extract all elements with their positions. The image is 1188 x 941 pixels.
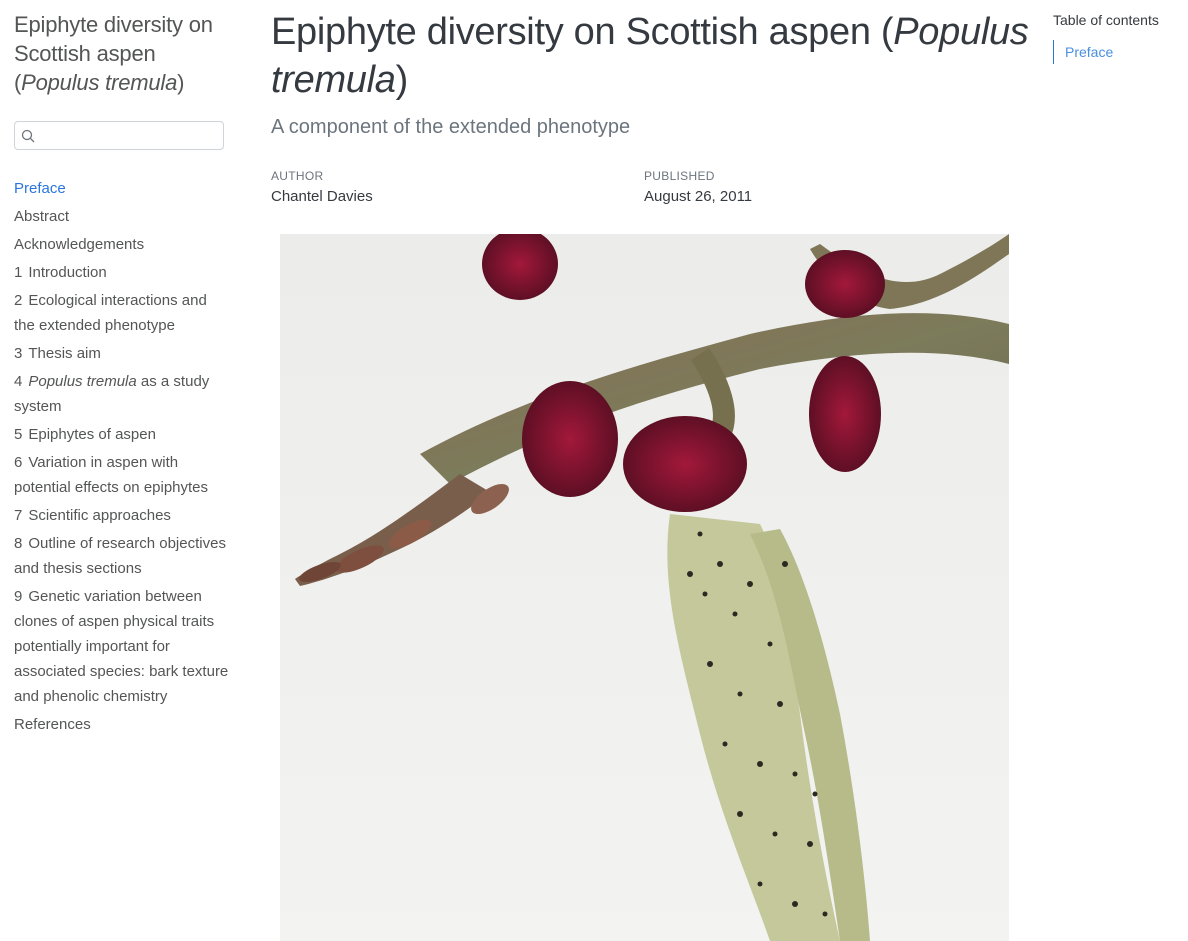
search-box[interactable] (14, 121, 224, 150)
sidebar-item-label: Ecological interactions and the extended… (14, 292, 207, 334)
page-subtitle: A component of the extended phenotype (271, 116, 631, 138)
sidebar-item-thesis-aim[interactable]: 3 Thesis aim (14, 341, 229, 366)
sidebar-item-number: 3 (14, 345, 23, 362)
search-icon (21, 129, 35, 143)
sidebar-item-label: Abstract (14, 208, 70, 225)
sidebar-item-study-system[interactable]: 4 Populus tremula as a study system (14, 369, 229, 419)
table-of-contents: Table of contents Preface (1053, 10, 1183, 64)
page-title: Epiphyte diversity on Scottish aspen (Po… (271, 8, 1031, 104)
sidebar: Epiphyte diversity on Scottish aspen (Po… (14, 10, 229, 740)
sidebar-item-number: 1 (14, 264, 23, 281)
published-block: PUBLISHED August 26, 2011 (644, 169, 752, 205)
sidebar-item-genetic-variation[interactable]: 9 Genetic variation between clones of asp… (14, 584, 229, 709)
author-label: AUTHOR (271, 169, 324, 183)
sidebar-item-introduction[interactable]: 1 Introduction (14, 260, 229, 285)
sidebar-item-scientific-approaches[interactable]: 7 Scientific approaches (14, 503, 229, 528)
sidebar-item-number: 9 (14, 588, 23, 605)
published-label: PUBLISHED (644, 169, 715, 183)
sidebar-item-label: Scientific approaches (28, 507, 171, 524)
sidebar-item-references[interactable]: References (14, 712, 229, 737)
author-block: AUTHOR Chantel Davies (271, 169, 373, 205)
sidebar-item-number: 4 (14, 373, 23, 390)
sidebar-item-label: Outline of research objectives and thesi… (14, 535, 226, 577)
sidebar-item-number: 7 (14, 507, 23, 524)
main-content: Epiphyte diversity on Scottish aspen (Po… (271, 8, 1031, 213)
toc-item-preface[interactable]: Preface (1065, 40, 1183, 64)
site-title[interactable]: Epiphyte diversity on Scottish aspen (Po… (14, 10, 229, 97)
sidebar-nav: Preface Abstract Acknowledgements 1 Intro… (14, 176, 229, 737)
title-meta: AUTHOR Chantel Davies PUBLISHED August 2… (271, 169, 1031, 213)
sidebar-item-label: Variation in aspen with potential effect… (14, 454, 209, 496)
sidebar-item-number: 8 (14, 535, 23, 552)
sidebar-item-acknowledgements[interactable]: Acknowledgements (14, 232, 229, 257)
site-title-end: ) (177, 70, 185, 95)
sidebar-item-variation[interactable]: 6 Variation in aspen with potential effec… (14, 450, 229, 500)
sidebar-item-label-italic: Populus tremula (28, 373, 137, 390)
sidebar-item-label: Acknowledgements (14, 236, 145, 253)
author-name: Chantel Davies (271, 188, 373, 205)
sidebar-item-ecological-interactions[interactable]: 2 Ecological interactions and the extende… (14, 288, 229, 338)
sidebar-item-abstract[interactable]: Abstract (14, 204, 229, 229)
aspen-catkin-photo (280, 234, 1009, 941)
sidebar-item-label: References (14, 716, 91, 733)
sidebar-item-number: 6 (14, 454, 23, 471)
sidebar-item-label: Introduction (28, 264, 107, 281)
site-title-italic: Populus tremula (21, 70, 178, 95)
sidebar-item-label: Preface (14, 180, 66, 197)
page-title-main: Epiphyte diversity on Scottish aspen ( (271, 11, 894, 53)
sidebar-item-number: 2 (14, 292, 23, 309)
sidebar-item-label: Epiphytes of aspen (28, 426, 156, 443)
toc-title: Table of contents (1053, 12, 1159, 28)
sidebar-item-number: 5 (14, 426, 23, 443)
cover-image (280, 234, 1009, 941)
page-title-end: ) (395, 59, 409, 101)
sidebar-item-label: Thesis aim (28, 345, 101, 362)
published-date: August 26, 2011 (644, 188, 753, 205)
sidebar-item-preface[interactable]: Preface (14, 176, 229, 201)
sidebar-item-label: Genetic variation between clones of aspe… (14, 588, 229, 705)
sidebar-item-epiphytes[interactable]: 5 Epiphytes of aspen (14, 422, 229, 447)
toc-list: Preface (1053, 40, 1183, 64)
sidebar-item-outline[interactable]: 8 Outline of research objectives and thes… (14, 531, 229, 581)
search-input[interactable] (39, 125, 223, 148)
